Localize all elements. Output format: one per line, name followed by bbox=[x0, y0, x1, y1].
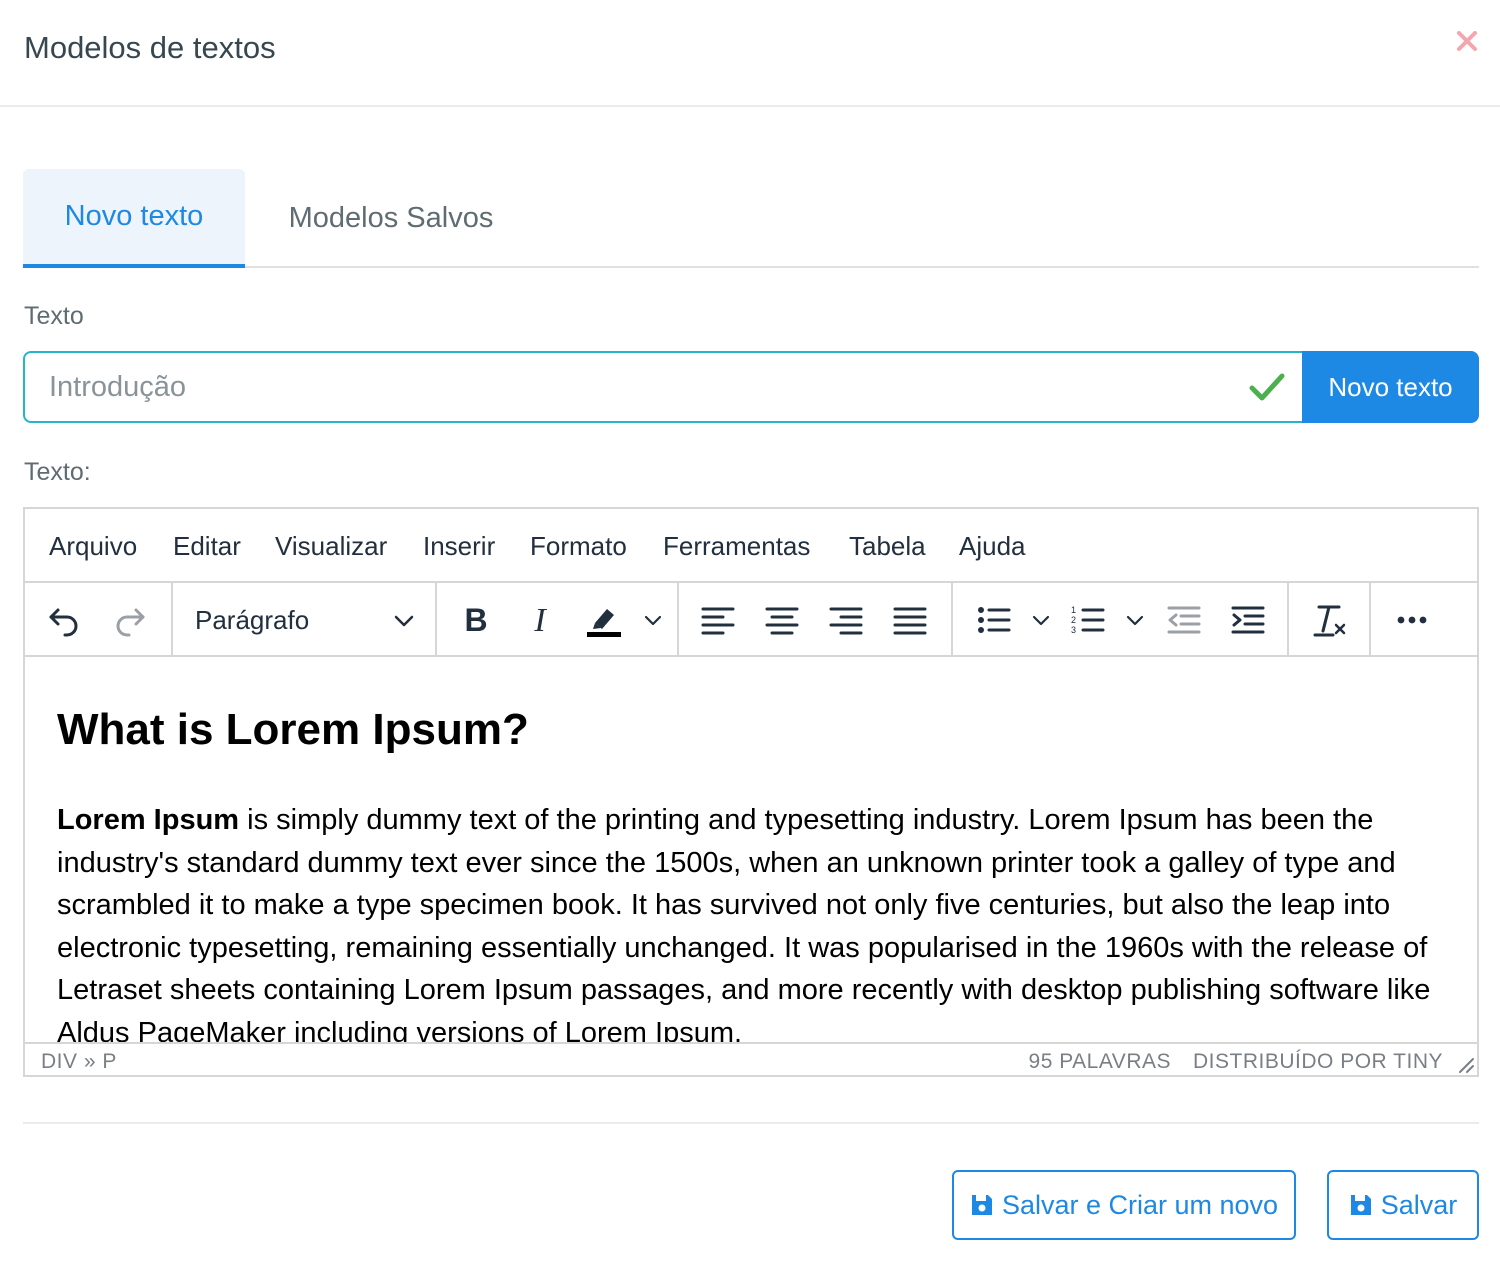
tab-novo-texto[interactable]: Novo texto bbox=[23, 169, 245, 268]
bullet-list-icon[interactable] bbox=[975, 601, 1013, 639]
numbered-list-icon[interactable]: 123 bbox=[1069, 601, 1107, 639]
menu-arquivo[interactable]: Arquivo bbox=[49, 531, 137, 562]
powered-by-link[interactable]: DISTRIBUÍDO POR TINY bbox=[1193, 1050, 1443, 1074]
content-paragraph-text: is simply dummy text of the printing and… bbox=[57, 804, 1431, 1042]
bold-icon[interactable]: B bbox=[457, 601, 495, 639]
content-heading: What is Lorem Ipsum? bbox=[57, 705, 529, 754]
align-left-icon[interactable] bbox=[699, 601, 737, 639]
redo-icon[interactable] bbox=[111, 601, 149, 639]
save-button[interactable]: Salvar bbox=[1327, 1170, 1479, 1240]
menu-visualizar[interactable]: Visualizar bbox=[275, 531, 387, 562]
toolbar-separator bbox=[1287, 583, 1289, 657]
more-icon[interactable] bbox=[1393, 601, 1431, 639]
editor-content[interactable]: What is Lorem Ipsum? Lorem Ipsum is simp… bbox=[25, 659, 1477, 1042]
menu-inserir[interactable]: Inserir bbox=[423, 531, 495, 562]
svg-text:B: B bbox=[464, 602, 487, 638]
close-icon[interactable] bbox=[1454, 28, 1480, 54]
italic-icon[interactable]: I bbox=[521, 601, 559, 639]
check-icon bbox=[1249, 371, 1285, 403]
chevron-down-icon[interactable] bbox=[643, 611, 663, 631]
tab-modelos-salvos[interactable]: Modelos Salvos bbox=[245, 169, 537, 268]
toolbar-separator bbox=[677, 583, 679, 657]
chevron-down-icon bbox=[394, 615, 414, 627]
modal-title: Modelos de textos bbox=[24, 30, 276, 65]
menu-editar[interactable]: Editar bbox=[173, 531, 241, 562]
word-count[interactable]: 95 PALAVRAS bbox=[1029, 1050, 1171, 1074]
svg-text:2: 2 bbox=[1071, 615, 1076, 625]
floppy-disk-icon bbox=[971, 1195, 992, 1215]
toolbar-separator bbox=[1369, 583, 1371, 657]
rich-text-editor: Arquivo Editar Visualizar Inserir Format… bbox=[23, 507, 1479, 1077]
svg-text:I: I bbox=[533, 602, 547, 639]
save-label: Salvar bbox=[1380, 1189, 1458, 1220]
save-and-new-label: Salvar e Criar um novo bbox=[1001, 1189, 1279, 1220]
highlight-color-icon[interactable] bbox=[585, 601, 623, 639]
align-right-icon[interactable] bbox=[827, 601, 865, 639]
block-format-select[interactable]: Parágrafo bbox=[173, 583, 435, 655]
menu-tabela[interactable]: Tabela bbox=[849, 531, 926, 562]
chevron-down-icon[interactable] bbox=[1031, 611, 1051, 631]
menu-formato[interactable]: Formato bbox=[530, 531, 627, 562]
clear-formatting-icon[interactable] bbox=[1311, 601, 1349, 639]
modal-header: Modelos de textos bbox=[0, 0, 1500, 107]
undo-icon[interactable] bbox=[45, 601, 83, 639]
content-label: Texto: bbox=[24, 458, 91, 486]
save-and-new-button[interactable]: Salvar e Criar um novo bbox=[952, 1170, 1296, 1240]
indent-icon[interactable] bbox=[1229, 601, 1267, 639]
new-text-button[interactable]: Novo texto bbox=[1302, 351, 1479, 423]
toolbar-separator bbox=[435, 583, 437, 657]
element-path[interactable]: DIV » P bbox=[41, 1050, 117, 1074]
svg-text:3: 3 bbox=[1071, 625, 1076, 635]
chevron-down-icon[interactable] bbox=[1125, 611, 1145, 631]
tab-bar: Novo texto Modelos Salvos bbox=[23, 169, 1479, 268]
floppy-disk-icon bbox=[1350, 1195, 1371, 1215]
align-justify-icon[interactable] bbox=[891, 601, 929, 639]
resize-handle-icon[interactable] bbox=[1457, 1056, 1475, 1074]
align-center-icon[interactable] bbox=[763, 601, 801, 639]
editor-menubar: Arquivo Editar Visualizar Inserir Format… bbox=[25, 509, 1477, 583]
svg-text:1: 1 bbox=[1071, 605, 1076, 615]
toolbar-separator bbox=[951, 583, 953, 657]
editor-toolbar: Parágrafo B I 1 2 3 bbox=[25, 583, 1477, 657]
menu-ferramentas[interactable]: Ferramentas bbox=[663, 531, 810, 562]
block-format-value: Parágrafo bbox=[195, 605, 310, 635]
title-input[interactable] bbox=[23, 351, 1303, 423]
title-label: Texto bbox=[24, 302, 84, 330]
editor-statusbar: DIV » P 95 PALAVRAS DISTRIBUÍDO POR TINY bbox=[25, 1042, 1477, 1075]
menu-ajuda[interactable]: Ajuda bbox=[959, 531, 1026, 562]
content-paragraph: Lorem Ipsum is simply dummy text of the … bbox=[57, 799, 1445, 1042]
content-bold-text: Lorem Ipsum bbox=[57, 804, 240, 836]
title-input-group: Novo texto bbox=[23, 351, 1479, 423]
outdent-icon[interactable] bbox=[1165, 601, 1203, 639]
footer-divider bbox=[23, 1122, 1479, 1124]
